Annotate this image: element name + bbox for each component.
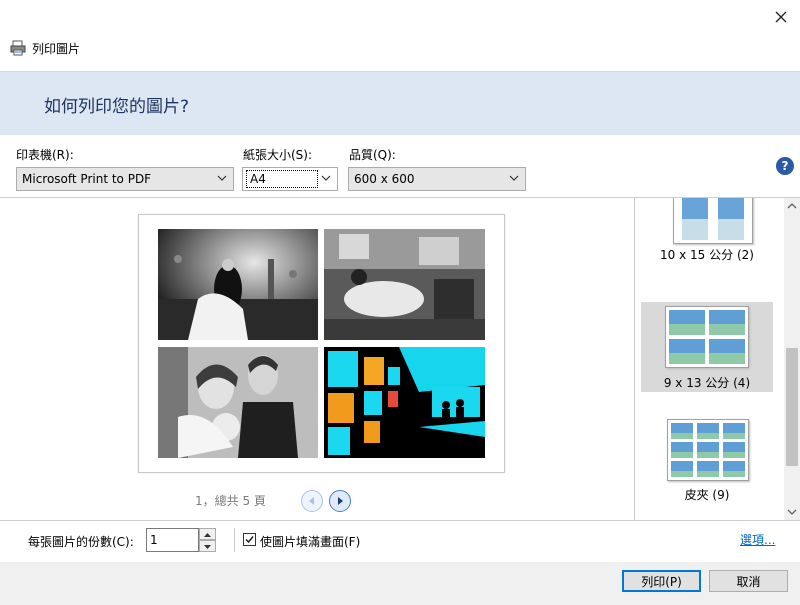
printer-value: Microsoft Print to PDF [22,172,152,186]
layout-label: 皮夾 (9) [684,488,730,502]
preview-photo-family [158,347,318,458]
scroll-up-button[interactable] [784,198,800,214]
printer-select[interactable]: Microsoft Print to PDF [16,167,234,191]
paper-size-select[interactable]: A4 [242,167,338,191]
scroll-down-button[interactable] [784,504,800,520]
next-page-button[interactable] [329,490,351,512]
chevron-up-icon [787,203,797,209]
printer-label: 印表機(R): [16,148,74,162]
paper-size-value: A4 [246,170,318,188]
copies-increment-button[interactable] [199,528,216,540]
close-button[interactable] [766,4,796,30]
triangle-right-icon [338,497,343,505]
print-button[interactable]: 列印(P) [622,570,701,592]
layout-list: 10 x 15 公分 (2) 9 x 13 公分 (4) 皮夾 (9) [635,198,784,520]
layout-label: 10 x 15 公分 (2) [660,248,754,262]
layout-option-wallet[interactable]: 皮夾 (9) [641,416,773,506]
layout-thumbnail [673,198,753,244]
checkmark-icon [245,536,254,544]
options-link[interactable]: 選項... [740,531,775,548]
triangle-down-icon [204,545,211,549]
page-indicator: 1，總共 5 頁 [195,494,266,508]
cancel-button[interactable]: 取消 [709,570,788,592]
triangle-up-icon [204,533,211,537]
chevron-down-icon [787,509,797,515]
divider [0,520,800,521]
preview-photo-colored-windows [324,347,485,458]
copies-input[interactable]: 1 [146,528,199,552]
layout-label: 9 x 13 公分 (4) [663,376,751,390]
copies-decrement-button[interactable] [199,540,216,552]
chevron-down-icon [217,175,227,181]
divider [234,528,235,552]
quality-label: 品質(Q): [349,148,396,162]
page-title: 如何列印您的圖片? [44,97,190,117]
paper-size-label: 紙張大小(S): [243,148,313,162]
previous-page-button[interactable] [301,490,323,512]
layout-option-10x15[interactable]: 10 x 15 公分 (2) [641,198,773,268]
chevron-down-icon [321,175,331,181]
triangle-left-icon [309,497,314,505]
layout-thumbnail [667,419,749,481]
layout-thumbnail [665,306,749,368]
preview-photo-restaurant [324,229,485,340]
quality-select[interactable]: 600 x 600 [348,167,526,191]
preview-photo-wedding-dance [158,229,318,340]
help-icon[interactable]: ? [776,157,794,175]
fit-to-frame-checkbox[interactable] [243,533,256,546]
scroll-thumb[interactable] [786,348,798,466]
quality-value: 600 x 600 [354,172,415,186]
layout-option-9x13[interactable]: 9 x 13 公分 (4) [641,302,773,392]
close-icon [775,11,787,23]
chevron-down-icon [509,175,519,181]
printer-icon [10,40,26,56]
fit-to-frame-label[interactable]: 使圖片填滿畫面(F) [260,533,360,550]
window-title: 列印圖片 [32,42,81,56]
copies-label: 每張圖片的份數(C): [28,535,134,549]
